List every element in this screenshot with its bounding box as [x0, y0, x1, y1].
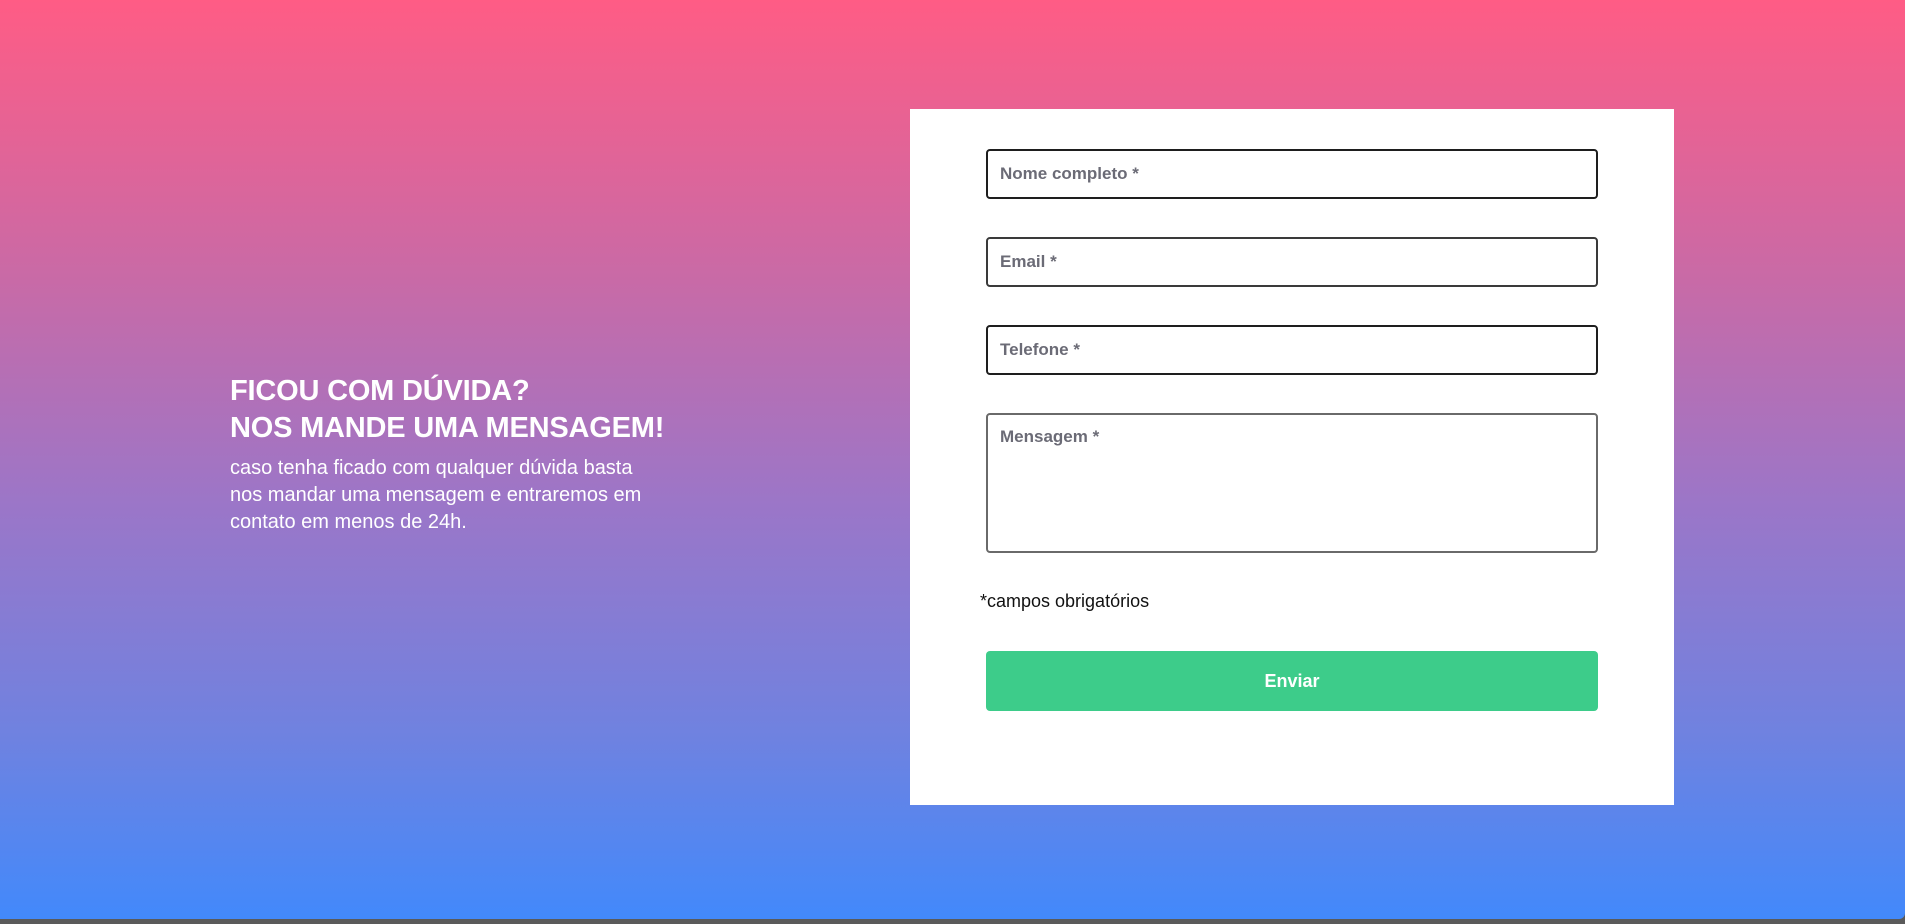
- email-input[interactable]: [986, 237, 1598, 287]
- contact-form: *campos obrigatórios Enviar: [910, 109, 1674, 805]
- headline-line-1: FICOU COM DÚVIDA?: [230, 375, 530, 407]
- message-textarea[interactable]: [986, 413, 1598, 553]
- contact-subtext: caso tenha ficado com qualquer dúvida ba…: [230, 457, 642, 533]
- headline-line-2: NOS MANDE UMA MENSAGEM!: [230, 412, 665, 444]
- required-fields-note: *campos obrigatórios: [980, 591, 1150, 611]
- submit-button[interactable]: Enviar: [986, 651, 1598, 711]
- name-input[interactable]: [986, 149, 1598, 199]
- contact-intro: FICOU COM DÚVIDA? NOS MANDE UMA MENSAGEM…: [230, 373, 690, 536]
- contact-headline: FICOU COM DÚVIDA? NOS MANDE UMA MENSAGEM…: [230, 373, 690, 447]
- phone-input[interactable]: [986, 325, 1598, 375]
- contact-section: FICOU COM DÚVIDA? NOS MANDE UMA MENSAGEM…: [0, 0, 1905, 919]
